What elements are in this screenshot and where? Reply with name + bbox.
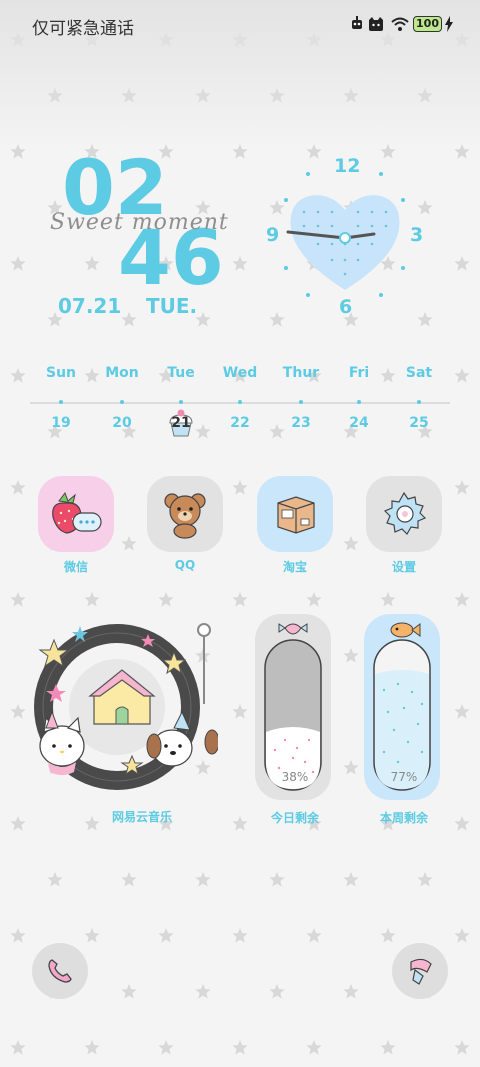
app-label-taobao: 淘宝	[282, 560, 307, 574]
background-star	[454, 592, 470, 607]
background-star	[84, 928, 100, 943]
background-star	[158, 1040, 174, 1055]
day-column-sat: Sat 25	[405, 365, 433, 431]
theme-button[interactable]	[392, 943, 448, 999]
background-star	[343, 648, 359, 663]
parcel-box-icon[interactable]	[257, 476, 333, 552]
clock-weekday: TUE.	[146, 294, 198, 318]
background-star	[454, 368, 470, 383]
background-star	[195, 984, 211, 999]
background-star	[380, 1040, 396, 1055]
day-column-tue-today: Tue 21	[156, 365, 206, 437]
background-star	[454, 704, 470, 719]
day-column-sun: Sun 19	[45, 365, 77, 431]
background-star	[10, 480, 26, 495]
week-remaining-widget[interactable]: 77% 本周剩余	[364, 612, 444, 825]
music-widget-label: 网易云音乐	[111, 810, 172, 824]
week-remaining-percent: 77%	[390, 770, 418, 784]
today-remaining-widget[interactable]: 38% 今日剩余	[255, 612, 335, 825]
background-star	[232, 480, 248, 495]
background-star	[269, 872, 285, 887]
clock-tagline: Sweet moment	[50, 210, 229, 235]
background-star	[232, 592, 248, 607]
clock-numeral-12: 12	[334, 155, 361, 177]
background-star	[47, 872, 63, 887]
background-star	[232, 1040, 248, 1055]
background-star	[121, 984, 137, 999]
clock-date: 07.21	[58, 294, 122, 318]
phone-button[interactable]	[32, 943, 88, 999]
background-star	[306, 592, 322, 607]
teddy-bear-icon[interactable]	[147, 476, 223, 552]
app-label-settings: 设置	[391, 560, 416, 574]
app-label-qq: QQ	[174, 558, 196, 572]
app-label-wechat: 微信	[63, 560, 88, 574]
music-widget[interactable]: 网易云音乐	[32, 612, 218, 824]
background-star	[306, 928, 322, 943]
background-star	[343, 872, 359, 887]
background-star	[343, 984, 359, 999]
phone-icon	[48, 959, 72, 983]
background-star	[84, 1040, 100, 1055]
day-column-thur: Thur 23	[282, 365, 320, 431]
background-star	[417, 872, 433, 887]
background-star	[10, 368, 26, 383]
background-star	[454, 480, 470, 495]
background-star	[121, 872, 137, 887]
background-star	[380, 928, 396, 943]
background-star	[454, 1040, 470, 1055]
background-star	[269, 984, 285, 999]
background-star	[232, 928, 248, 943]
background-star	[10, 704, 26, 719]
background-star	[158, 592, 174, 607]
background-star	[121, 536, 137, 551]
background-star	[10, 816, 26, 831]
day-column-fri: Fri 24	[348, 365, 370, 431]
paint-roller-icon	[410, 958, 432, 985]
background-star	[195, 872, 211, 887]
vinyl-record-art	[34, 623, 218, 790]
background-star	[10, 592, 26, 607]
background-star	[232, 816, 248, 831]
background-star	[232, 704, 248, 719]
today-remaining-percent: 38%	[281, 770, 309, 784]
app-taobao[interactable]: 淘宝	[257, 476, 333, 575]
background-star	[10, 1040, 26, 1055]
background-star	[454, 928, 470, 943]
strawberry-chat-icon[interactable]	[38, 476, 114, 552]
app-settings[interactable]: 设置	[366, 476, 442, 575]
week-remaining-label: 本周剩余	[379, 811, 428, 825]
day-column-mon: Mon 20	[105, 365, 139, 431]
background-star	[343, 760, 359, 775]
app-wechat[interactable]: 微信	[38, 476, 114, 575]
clock-numeral-9: 9	[266, 224, 280, 246]
gear-icon[interactable]	[366, 476, 442, 552]
background-star	[306, 1040, 322, 1055]
clock-numeral-3: 3	[410, 224, 424, 246]
background-star	[158, 928, 174, 943]
app-qq[interactable]: QQ	[147, 476, 223, 572]
clock-numeral-6: 6	[339, 296, 353, 318]
background-star	[10, 928, 26, 943]
week-calendar-strip[interactable]: Sun 19 Mon 20 Tue 21 Wed 22 Thur 23 Fri …	[30, 365, 450, 440]
today-remaining-label: 今日剩余	[270, 811, 319, 825]
background-star	[343, 536, 359, 551]
background-star	[380, 592, 396, 607]
background-star	[454, 816, 470, 831]
analog-heart-clock[interactable]: 12 3 6 9	[258, 150, 432, 324]
background-star	[84, 592, 100, 607]
day-column-wed: Wed 22	[222, 365, 258, 431]
